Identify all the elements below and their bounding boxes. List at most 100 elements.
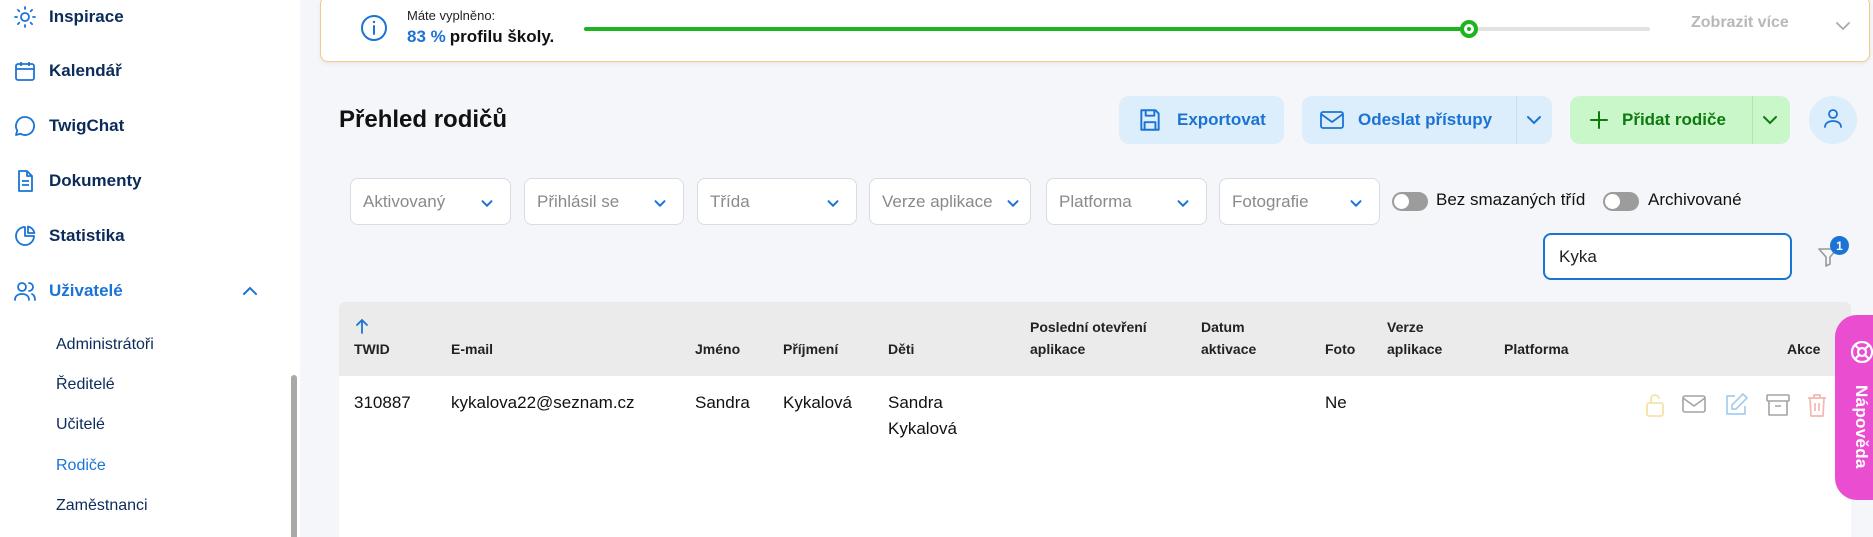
progress-percent: 83 %	[407, 27, 446, 46]
sidebar-item-uzivatele[interactable]: Uživatelé	[12, 276, 123, 306]
chevron-up-icon[interactable]	[240, 281, 260, 301]
page-title: Přehled rodičů	[339, 106, 508, 133]
sidebar-item-label: Dokumenty	[49, 171, 142, 190]
info-icon	[359, 13, 389, 43]
filter-label: Aktivovaný	[363, 192, 446, 211]
chevron-down-icon	[1174, 194, 1192, 212]
column-header-twid[interactable]: TWID	[354, 338, 390, 360]
sidebar-item-dokumenty[interactable]: Dokumenty	[12, 166, 142, 196]
column-header-last-name[interactable]: Příjmení	[783, 338, 838, 360]
sidebar-subitem-zamestnanci[interactable]: Zaměstnanci	[56, 497, 148, 515]
mail-icon	[1318, 107, 1346, 133]
column-header-children[interactable]: Děti	[888, 338, 914, 360]
sort-ascending-icon[interactable]	[355, 318, 369, 334]
cell-last-name: Kykalová	[783, 393, 852, 412]
chat-icon	[12, 113, 38, 139]
toggle-archived[interactable]	[1603, 192, 1639, 211]
filter-photo[interactable]: Fotografie	[1219, 178, 1380, 225]
user-icon	[1821, 106, 1845, 135]
sidebar-scrollbar[interactable]	[291, 375, 297, 537]
send-access-label: Odeslat přístupy	[1358, 110, 1493, 129]
add-parent-button[interactable]: Přidat rodiče	[1570, 96, 1790, 144]
sidebar-item-statistika[interactable]: Statistika	[12, 221, 125, 251]
plus-icon	[1588, 109, 1610, 131]
sidebar-item-label: Kalendář	[49, 61, 122, 80]
add-parent-label: Přidat rodiče	[1622, 110, 1726, 129]
chevron-down-icon[interactable]	[1524, 110, 1544, 130]
export-button[interactable]: Exportovat	[1119, 96, 1284, 144]
column-header-first-name[interactable]: Jméno	[695, 338, 740, 360]
sidebar-item-label: TwigChat	[49, 116, 125, 135]
sidebar-item-twigchat[interactable]: TwigChat	[12, 111, 124, 141]
table-header: TWID E-mail Jméno Příjmení Děti Poslední…	[339, 302, 1851, 376]
column-header-actions: Akce	[1787, 341, 1821, 357]
chevron-down-icon	[478, 194, 496, 212]
filter-label: Fotografie	[1232, 192, 1309, 211]
mail-icon[interactable]	[1681, 392, 1707, 418]
trash-icon[interactable]	[1805, 392, 1831, 418]
sidebar: Inspirace Kalendář TwigChat Dokumenty St…	[0, 0, 300, 537]
toggle-label: Bez smazaných tříd	[1436, 190, 1586, 209]
sun-icon	[12, 4, 38, 30]
sidebar-item-label: Uživatelé	[49, 281, 123, 300]
sidebar-item-kalendar[interactable]: Kalendář	[12, 56, 122, 86]
filter-count-badge: 1	[1830, 236, 1849, 255]
progress-bar	[584, 20, 1650, 38]
toggle-label: Archivované	[1648, 190, 1742, 209]
filter-logged-in[interactable]: Přihlásil se	[524, 178, 684, 225]
cell-first-name: Sandra	[695, 393, 750, 412]
filter-label: Platforma	[1059, 192, 1132, 211]
sidebar-item-label: Inspirace	[49, 7, 124, 26]
column-header-photo[interactable]: Foto	[1325, 338, 1355, 360]
chevron-down-icon[interactable]	[1760, 110, 1780, 130]
cell-children: Sandra Kykalová	[888, 393, 957, 438]
export-label: Exportovat	[1177, 110, 1266, 129]
filter-app-version[interactable]: Verze aplikace	[869, 178, 1031, 225]
sidebar-item-inspirace[interactable]: Inspirace	[12, 2, 124, 32]
chevron-down-icon[interactable]	[1833, 16, 1853, 36]
filter-class[interactable]: Třída	[697, 178, 857, 225]
document-icon	[12, 168, 38, 194]
search-input[interactable]	[1543, 233, 1792, 280]
show-more-link[interactable]: Zobrazit více	[1691, 14, 1789, 32]
progress-value: 83 % profilu školy.	[407, 27, 554, 47]
lock-icon[interactable]	[1643, 392, 1669, 418]
filter-label: Verze aplikace	[882, 192, 993, 211]
sidebar-item-label: Statistika	[49, 226, 125, 245]
user-profile-button[interactable]	[1809, 96, 1857, 144]
filter-label: Třída	[710, 192, 750, 211]
calendar-icon	[12, 58, 38, 84]
pie-chart-icon	[12, 223, 38, 249]
sidebar-subitem-rodice[interactable]: Rodiče	[56, 457, 106, 475]
column-header-app-version[interactable]: Verze aplikace	[1387, 316, 1442, 360]
column-header-activation-date[interactable]: Datum aktivace	[1201, 316, 1256, 360]
chevron-down-icon	[824, 194, 842, 212]
chevron-down-icon	[1004, 194, 1022, 212]
progress-knob	[1459, 20, 1478, 38]
lifebuoy-icon	[1849, 339, 1873, 365]
cell-twid: 310887	[354, 393, 411, 412]
parents-table: TWID E-mail Jméno Příjmení Děti Poslední…	[339, 302, 1851, 537]
cell-photo: Ne	[1325, 393, 1347, 412]
column-header-platform[interactable]: Platforma	[1504, 338, 1569, 360]
sidebar-subitem-ucitele[interactable]: Učitelé	[56, 416, 105, 434]
save-icon	[1137, 107, 1163, 133]
filter-activated[interactable]: Aktivovaný	[350, 178, 511, 225]
toggle-without-deleted-classes[interactable]	[1392, 192, 1428, 211]
column-header-last-open[interactable]: Poslední otevření aplikace	[1030, 316, 1147, 360]
edit-icon[interactable]	[1723, 392, 1749, 418]
chevron-down-icon	[651, 194, 669, 212]
help-label: Nápověda	[1852, 385, 1871, 469]
progress-fill	[584, 27, 1469, 31]
cell-email: kykalova22@seznam.cz	[451, 393, 635, 412]
send-access-button[interactable]: Odeslat přístupy	[1302, 96, 1552, 144]
help-tab[interactable]: Nápověda	[1835, 315, 1873, 500]
filter-platform[interactable]: Platforma	[1046, 178, 1207, 225]
sidebar-subitem-administratori[interactable]: Administrátoři	[56, 336, 154, 354]
users-icon	[12, 278, 38, 304]
sidebar-subitem-reditele[interactable]: Ředitelé	[56, 376, 115, 394]
filter-label: Přihlásil se	[537, 192, 620, 211]
chevron-down-icon	[1347, 194, 1365, 212]
column-header-email[interactable]: E-mail	[451, 338, 493, 360]
archive-icon[interactable]	[1765, 392, 1791, 418]
